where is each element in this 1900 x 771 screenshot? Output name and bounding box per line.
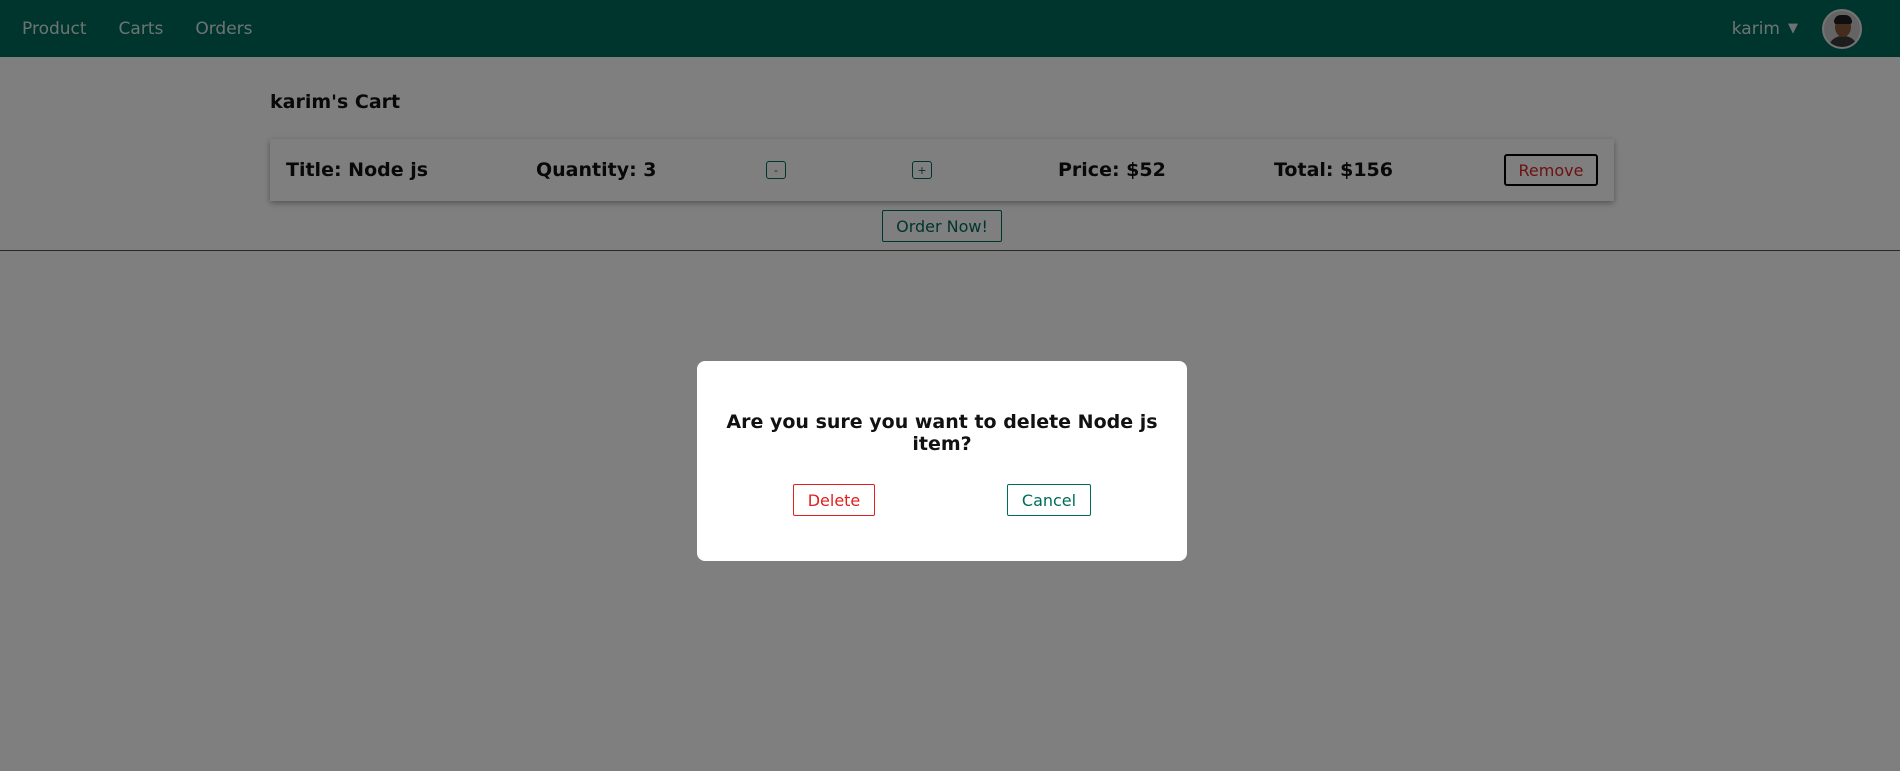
modal-message: Are you sure you want to delete Node js … <box>726 411 1158 455</box>
cancel-button[interactable]: Cancel <box>1007 484 1091 516</box>
delete-button[interactable]: Delete <box>793 484 875 516</box>
delete-confirm-modal: Are you sure you want to delete Node js … <box>697 361 1187 561</box>
